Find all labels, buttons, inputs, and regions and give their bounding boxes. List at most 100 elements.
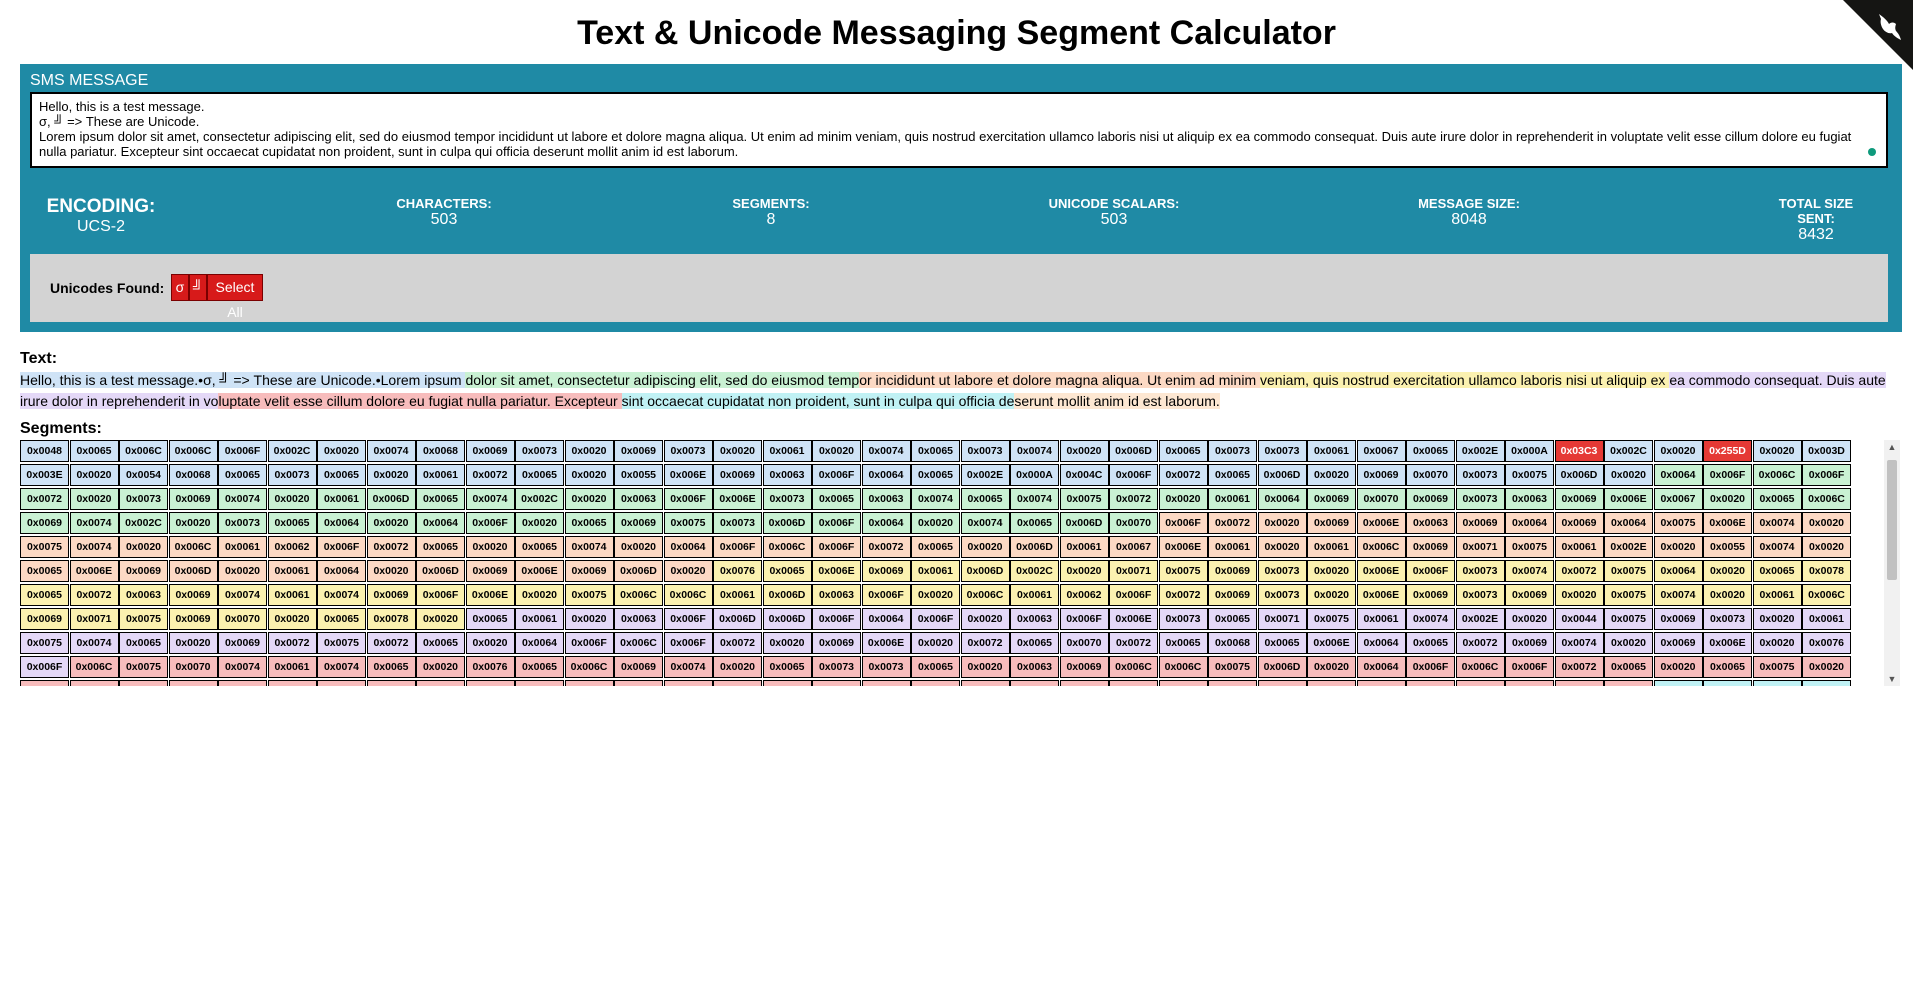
segment-code-cell: 0x0072	[366, 632, 416, 654]
segment-code-cell: 0x006F	[663, 488, 713, 510]
segment-code-cell: 0x0069	[1356, 464, 1406, 486]
encoding-value: UCS-2	[76, 218, 126, 235]
segment-code-cell: 0x002C	[1010, 560, 1059, 582]
segment-code-cell: 0x0074	[960, 512, 1010, 534]
segment-code-cell: 0x0076	[713, 560, 762, 582]
segment-code-cell: 0x006C	[663, 584, 713, 606]
segment-code-cell: 0x0065	[1208, 464, 1257, 486]
segment-code-cell: 0x0073	[267, 464, 317, 486]
github-corner-link[interactable]	[1843, 0, 1913, 70]
segment-code-cell: 0x0073	[119, 488, 168, 510]
segment-code-cell: 0x006E	[861, 632, 911, 654]
segment-code-cell: 0x006F	[663, 632, 713, 654]
segment-code-cell: 0x0074	[1010, 488, 1059, 510]
segment-code-cell: 0x0069	[1307, 488, 1356, 510]
segment-code-cell: 0x0065	[515, 536, 564, 558]
segment-code-cell: 0x0064	[1653, 464, 1703, 486]
segment-code-cell: 0x0069	[1505, 584, 1554, 606]
unicode-char-button[interactable]: σ	[171, 274, 189, 301]
segment-code-cell: 0x0071	[1455, 536, 1505, 558]
segment-code-cell: 0x0069	[1208, 560, 1257, 582]
segment-code-cell: 0x0073	[1257, 584, 1307, 606]
segment-code-cell: 0x006F	[812, 608, 861, 630]
segment-code-cell: 0x0073	[713, 512, 762, 534]
segment-code-cell: 0x003D	[1802, 440, 1851, 462]
segment-code-cell: 0x0069	[1653, 608, 1703, 630]
segment-code-cell: 0x0062	[267, 536, 317, 558]
segment-code-cell: 0x0074	[1752, 512, 1802, 534]
segment-code-cell: 0x0066	[20, 680, 69, 686]
segment-code-cell: 0x0069	[614, 440, 663, 462]
segment-code-cell: 0x006D	[762, 512, 812, 534]
segment-code-cell: 0x006F	[812, 464, 861, 486]
segment-code-cell: 0x0075	[960, 680, 1010, 686]
segment-code-cell: 0x0061	[1356, 608, 1406, 630]
segment-code-cell: 0x0069	[119, 560, 168, 582]
segment-code-cell: 0x0065	[1010, 512, 1059, 534]
segment-code-cell: 0x0073	[218, 512, 267, 534]
segment-code-cell: 0x0078	[1802, 560, 1851, 582]
segment-code-cell: 0x006F	[1059, 608, 1109, 630]
segment-code-cell: 0x006F	[911, 608, 960, 630]
segment-code-cell: 0x0070	[1356, 488, 1406, 510]
segment-code-cell: 0x0020	[1802, 536, 1851, 558]
unicode-char-button[interactable]: ╝	[189, 274, 207, 301]
segment-code-cell: 0x0054	[119, 464, 168, 486]
segment-code-cell: 0x0072	[1554, 656, 1604, 678]
segment-code-cell: 0x0065	[762, 560, 812, 582]
segment-code-cell: 0x0072	[366, 536, 416, 558]
segments-grid-container[interactable]: 0x0048 0x0065 0x006C 0x006C 0x006F 0x002C 0x00…	[20, 440, 1900, 686]
segment-code-cell: 0x002C	[515, 488, 564, 510]
segment-code-cell: 0x0020	[1307, 464, 1356, 486]
segment-code-cell: 0x0020	[564, 464, 614, 486]
segment-code-cell: 0x0020	[168, 512, 218, 534]
segment-code-cell: 0x0069	[20, 608, 69, 630]
message-size-value: 8048	[1451, 211, 1487, 228]
segment-code-cell: 0x006D	[1010, 536, 1059, 558]
segment-code-cell: 0x006D	[713, 608, 762, 630]
segment-code-cell: 0x006C	[762, 536, 812, 558]
scroll-up-icon[interactable]: ▲	[1884, 440, 1900, 454]
scroll-thumb[interactable]	[1887, 460, 1897, 580]
text-segment: or incididunt ut labore et dolore magna …	[859, 372, 1260, 388]
segments-scrollbar[interactable]: ▲ ▼	[1884, 440, 1900, 686]
segment-code-cell: 0x0070	[218, 608, 267, 630]
segment-code-cell: 0x0069	[1406, 584, 1455, 606]
segment-code-cell: 0x0072	[1158, 464, 1208, 486]
segment-code-cell: 0x0075	[1505, 536, 1554, 558]
segment-code-cell: 0x006C	[515, 680, 564, 686]
segment-code-cell: 0x0065	[1307, 680, 1356, 686]
text-segment: veniam, quis nostrud exercitation ullamc…	[1260, 372, 1670, 388]
segment-code-cell: 0x0074	[911, 488, 960, 510]
sms-message-input[interactable]: Hello, this is a test message. σ, ╝ => T…	[30, 92, 1888, 168]
segment-code-cell: 0x0064	[663, 536, 713, 558]
segment-code-cell: 0x0070	[1406, 464, 1455, 486]
segment-code-cell: 0x0069	[366, 584, 416, 606]
scroll-down-icon[interactable]: ▼	[1884, 672, 1900, 686]
segment-code-cell: 0x0063	[1010, 656, 1059, 678]
segment-code-cell: 0x0069	[218, 632, 267, 654]
segment-code-cell: 0x0020	[218, 560, 267, 582]
segment-code-cell: 0x255D	[1703, 440, 1752, 462]
segment-code-cell: 0x0020	[812, 440, 861, 462]
segment-code-cell: 0x0020	[663, 560, 713, 582]
segment-code-cell: 0x002C	[119, 512, 168, 534]
segment-code-cell: 0x0075	[1604, 560, 1653, 582]
segment-code-cell: 0x0061	[515, 608, 564, 630]
segment-code-cell: 0x0061	[861, 680, 911, 686]
segment-code-cell: 0x0020	[1257, 512, 1307, 534]
segment-code-cell: 0x03C3	[1554, 440, 1604, 462]
segment-code-cell: 0x0074	[1406, 608, 1455, 630]
segment-code-cell: 0x006F	[1109, 584, 1158, 606]
segment-code-cell: 0x0073	[515, 440, 564, 462]
segments-value: 8	[766, 211, 776, 228]
segment-code-cell: 0x0065	[20, 560, 69, 582]
segment-code-cell: 0x0065	[1158, 632, 1208, 654]
segment-code-cell: 0x0020	[1604, 632, 1653, 654]
segment-code-cell: 0x0065	[960, 488, 1010, 510]
segment-code-cell: 0x006D	[416, 560, 465, 582]
select-all-button[interactable]: Select All	[207, 274, 263, 320]
segment-code-cell: 0x0072	[1554, 560, 1604, 582]
segment-code-cell: 0x0020	[168, 632, 218, 654]
total-size-label: TOTAL SIZE SENT:	[1778, 196, 1854, 226]
